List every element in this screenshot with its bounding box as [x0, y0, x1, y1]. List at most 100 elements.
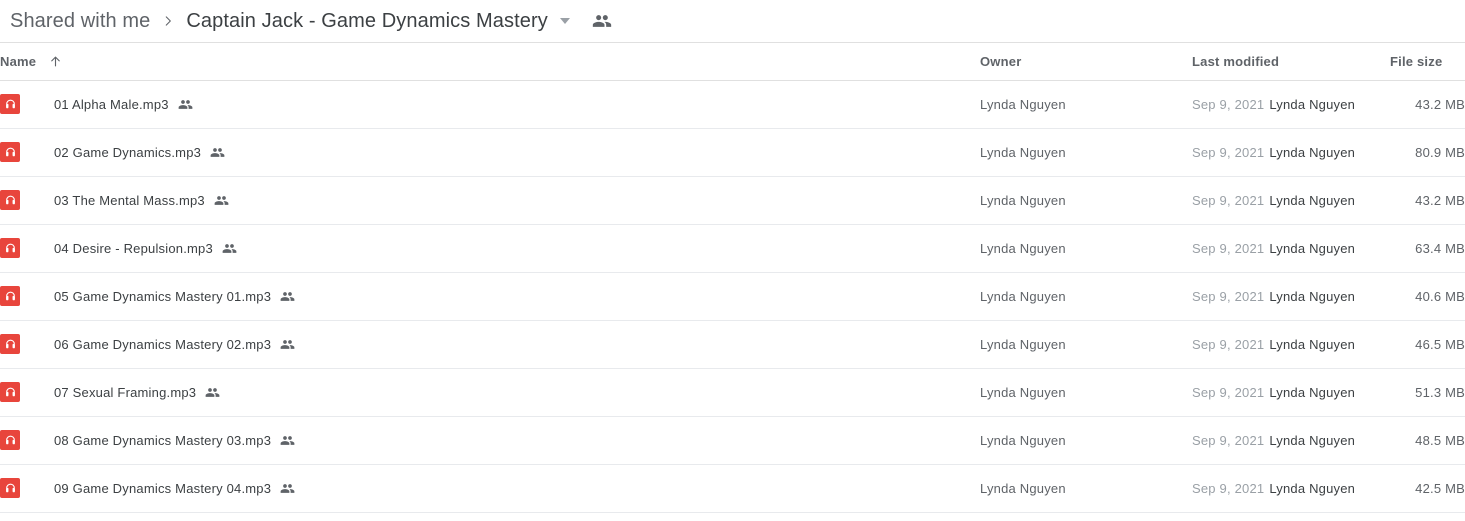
table-row[interactable]: 04 Desire - Repulsion.mp3 Lynda Nguyen S… — [0, 224, 1465, 272]
file-modified-cell: Sep 9, 2021 Lynda Nguyen — [1192, 416, 1390, 464]
file-name-cell[interactable]: 03 The Mental Mass.mp3 — [0, 176, 980, 224]
file-modified-by: Lynda Nguyen — [1269, 384, 1356, 400]
file-owner-cell: Lynda Nguyen — [980, 480, 1066, 496]
table-row[interactable]: 06 Game Dynamics Mastery 02.mp3 Lynda Ng… — [0, 320, 1465, 368]
file-modified-cell: Sep 9, 2021 Lynda Nguyen — [1192, 224, 1390, 272]
audio-file-icon — [0, 286, 20, 306]
file-size-cell: 80.9 MB — [1415, 144, 1465, 160]
chevron-right-icon — [161, 14, 175, 28]
audio-file-icon — [0, 238, 20, 258]
file-name-cell[interactable]: 02 Game Dynamics.mp3 — [0, 128, 980, 176]
column-header-name-sort[interactable]: Name — [0, 54, 63, 69]
file-name-label: 06 Game Dynamics Mastery 02.mp3 — [54, 336, 272, 352]
column-header-owner[interactable]: Owner — [980, 43, 1192, 81]
file-modified-date: Sep 9, 2021 — [1192, 336, 1265, 352]
file-name-label: 03 The Mental Mass.mp3 — [54, 192, 205, 208]
people-icon — [280, 289, 295, 304]
file-modified-by: Lynda Nguyen — [1269, 192, 1356, 208]
file-name-label: 08 Game Dynamics Mastery 03.mp3 — [54, 432, 272, 448]
table-header: Name Owner Last modified File size — [0, 43, 1465, 81]
table-row[interactable]: 02 Game Dynamics.mp3 Lynda Nguyen Sep 9,… — [0, 128, 1465, 176]
file-modified-by: Lynda Nguyen — [1269, 432, 1356, 448]
file-owner-cell: Lynda Nguyen — [980, 96, 1066, 112]
people-icon — [280, 433, 295, 448]
file-owner-cell: Lynda Nguyen — [980, 384, 1066, 400]
table-row[interactable]: 08 Game Dynamics Mastery 03.mp3 Lynda Ng… — [0, 416, 1465, 464]
table-header-row: Name Owner Last modified File size — [0, 43, 1465, 81]
audio-file-icon — [0, 94, 20, 114]
file-modified-by: Lynda Nguyen — [1269, 288, 1356, 304]
file-modified-date: Sep 9, 2021 — [1192, 144, 1265, 160]
file-owner-cell: Lynda Nguyen — [980, 192, 1066, 208]
file-name-cell[interactable]: 04 Desire - Repulsion.mp3 — [0, 224, 980, 272]
file-modified-date: Sep 9, 2021 — [1192, 384, 1265, 400]
file-name-label: 04 Desire - Repulsion.mp3 — [54, 240, 213, 256]
column-header-name-label: Name — [0, 53, 37, 69]
file-modified-cell: Sep 9, 2021 Lynda Nguyen — [1192, 80, 1390, 128]
table-row[interactable]: 01 Alpha Male.mp3 Lynda Nguyen Sep 9, 20… — [0, 80, 1465, 128]
arrow-up-icon[interactable] — [48, 54, 63, 69]
file-modified-date: Sep 9, 2021 — [1192, 480, 1265, 496]
column-header-last-modified-label: Last modified — [1192, 53, 1280, 69]
file-size-cell: 43.2 MB — [1415, 96, 1465, 112]
file-name-cell[interactable]: 07 Sexual Framing.mp3 — [0, 368, 980, 416]
file-size-cell: 48.5 MB — [1415, 432, 1465, 448]
file-name-cell[interactable]: 05 Game Dynamics Mastery 01.mp3 — [0, 272, 980, 320]
file-modified-date: Sep 9, 2021 — [1192, 240, 1265, 256]
table-row[interactable]: 09 Game Dynamics Mastery 04.mp3 Lynda Ng… — [0, 464, 1465, 512]
file-name-cell[interactable]: 08 Game Dynamics Mastery 03.mp3 — [0, 416, 980, 464]
file-modified-by: Lynda Nguyen — [1269, 144, 1356, 160]
file-modified-cell: Sep 9, 2021 Lynda Nguyen — [1192, 368, 1390, 416]
audio-file-icon — [0, 142, 20, 162]
file-name-label: 02 Game Dynamics.mp3 — [54, 144, 202, 160]
file-modified-cell: Sep 9, 2021 Lynda Nguyen — [1192, 128, 1390, 176]
file-name-label: 01 Alpha Male.mp3 — [54, 96, 169, 112]
breadcrumb-bar: Shared with me Captain Jack - Game Dynam… — [0, 0, 1465, 43]
column-header-name[interactable]: Name — [0, 43, 980, 81]
audio-file-icon — [0, 478, 20, 498]
file-size-cell: 63.4 MB — [1415, 240, 1465, 256]
file-name-label: 05 Game Dynamics Mastery 01.mp3 — [54, 288, 272, 304]
file-modified-date: Sep 9, 2021 — [1192, 288, 1265, 304]
file-owner-cell: Lynda Nguyen — [980, 432, 1066, 448]
table-body: 01 Alpha Male.mp3 Lynda Nguyen Sep 9, 20… — [0, 80, 1465, 512]
column-header-file-size-label: File size — [1390, 53, 1443, 69]
file-size-cell: 42.5 MB — [1415, 480, 1465, 496]
column-header-file-size[interactable]: File size — [1390, 43, 1465, 81]
audio-file-icon — [0, 382, 20, 402]
people-icon — [210, 145, 225, 160]
breadcrumb-root-shared-with-me[interactable]: Shared with me — [10, 11, 150, 31]
file-size-cell: 51.3 MB — [1415, 384, 1465, 400]
chevron-down-icon[interactable] — [559, 18, 570, 24]
column-header-owner-label: Owner — [980, 53, 1022, 69]
people-icon — [178, 97, 193, 112]
people-icon — [280, 337, 295, 352]
table-row[interactable]: 07 Sexual Framing.mp3 Lynda Nguyen Sep 9… — [0, 368, 1465, 416]
file-modified-cell: Sep 9, 2021 Lynda Nguyen — [1192, 464, 1390, 512]
table-row[interactable]: 03 The Mental Mass.mp3 Lynda Nguyen Sep … — [0, 176, 1465, 224]
file-name-cell[interactable]: 06 Game Dynamics Mastery 02.mp3 — [0, 320, 980, 368]
file-modified-by: Lynda Nguyen — [1269, 240, 1356, 256]
people-icon[interactable] — [592, 11, 612, 31]
file-modified-date: Sep 9, 2021 — [1192, 192, 1265, 208]
file-modified-date: Sep 9, 2021 — [1192, 432, 1265, 448]
file-name-label: 09 Game Dynamics Mastery 04.mp3 — [54, 480, 272, 496]
file-name-cell[interactable]: 09 Game Dynamics Mastery 04.mp3 — [0, 464, 980, 512]
file-owner-cell: Lynda Nguyen — [980, 240, 1066, 256]
file-modified-date: Sep 9, 2021 — [1192, 96, 1265, 112]
audio-file-icon — [0, 190, 20, 210]
file-modified-by: Lynda Nguyen — [1269, 336, 1356, 352]
file-modified-cell: Sep 9, 2021 Lynda Nguyen — [1192, 272, 1390, 320]
table-row[interactable]: 05 Game Dynamics Mastery 01.mp3 Lynda Ng… — [0, 272, 1465, 320]
file-modified-cell: Sep 9, 2021 Lynda Nguyen — [1192, 176, 1390, 224]
file-size-cell: 43.2 MB — [1415, 192, 1465, 208]
file-owner-cell: Lynda Nguyen — [980, 288, 1066, 304]
file-modified-by: Lynda Nguyen — [1269, 96, 1356, 112]
column-header-last-modified[interactable]: Last modified — [1192, 43, 1390, 81]
breadcrumb-current-folder[interactable]: Captain Jack - Game Dynamics Mastery — [186, 11, 547, 31]
people-icon — [205, 385, 220, 400]
audio-file-icon — [0, 334, 20, 354]
file-size-cell: 40.6 MB — [1415, 288, 1465, 304]
file-name-cell[interactable]: 01 Alpha Male.mp3 — [0, 80, 980, 128]
file-owner-cell: Lynda Nguyen — [980, 336, 1066, 352]
